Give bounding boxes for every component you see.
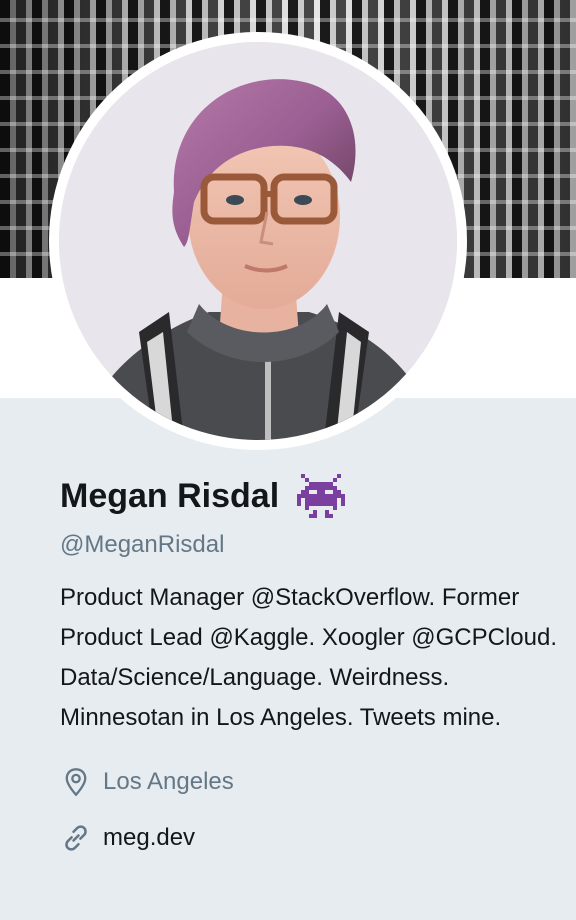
profile-info: Megan Risdal @MeganRisdal Product Manage… [60,470,560,856]
name-row: Megan Risdal [60,470,560,522]
avatar-photo [59,42,457,440]
profile-bio: Product Manager @StackOverflow. Former P… [60,584,558,731]
alien-monster-icon [293,474,349,518]
link-icon [60,822,92,854]
location-pin-icon [60,766,92,798]
location-text: Los Angeles [103,768,234,795]
profile-avatar[interactable] [49,32,467,450]
avatar-portrait-illustration [59,42,457,440]
profile-location: Los Angeles [60,764,560,800]
website-link[interactable]: meg.dev [103,824,195,852]
profile-handle[interactable]: @MeganRisdal [60,530,560,560]
profile-name: Megan Risdal [60,477,280,515]
profile-website[interactable]: meg.dev [60,820,560,856]
